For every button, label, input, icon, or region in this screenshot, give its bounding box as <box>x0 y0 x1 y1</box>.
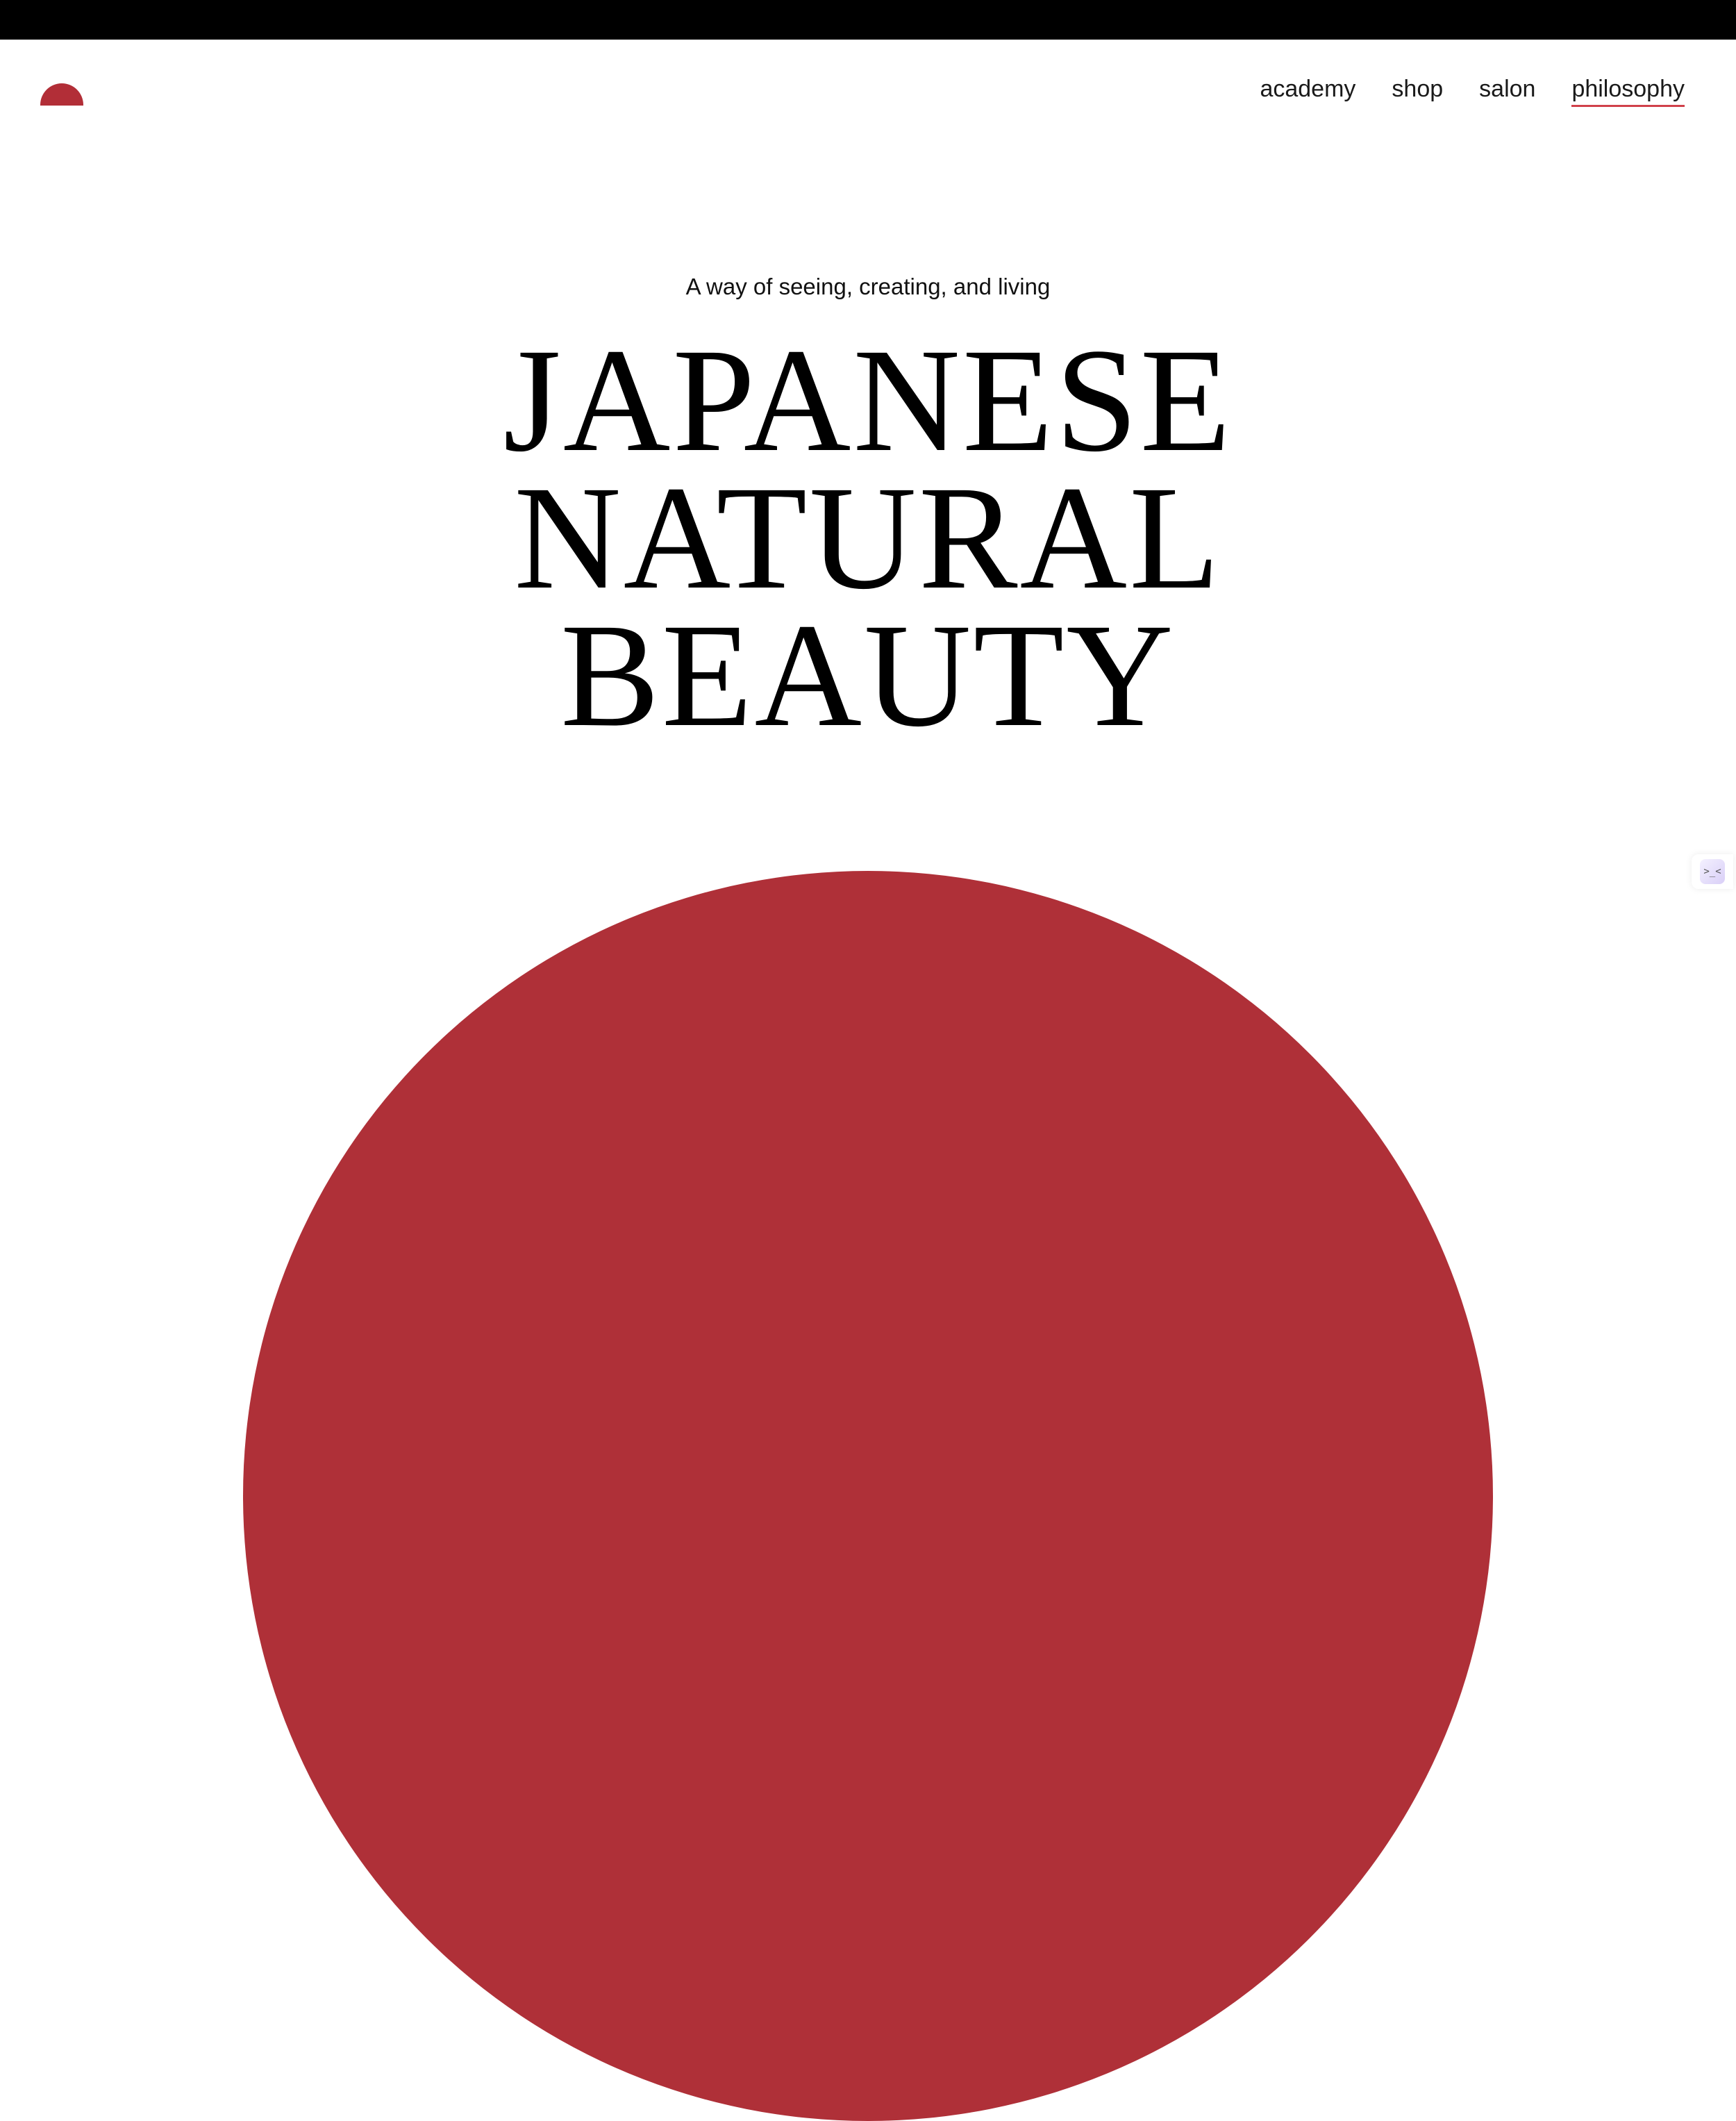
nav-item-philosophy[interactable]: philosophy <box>1571 76 1685 108</box>
nav-item-academy[interactable]: academy <box>1260 76 1355 107</box>
nav-item-shop[interactable]: shop <box>1392 76 1443 107</box>
assistant-widget-icon: >_< <box>1700 859 1725 884</box>
headline-line-2: NATURAL <box>514 456 1222 620</box>
assistant-widget-button[interactable]: >_< <box>1692 854 1733 889</box>
headline-line-1: JAPANESE <box>503 318 1233 483</box>
rising-sun-graphic <box>243 871 1493 2121</box>
hero-headline: JAPANESE NATURAL BEAUTY <box>0 318 1736 758</box>
browser-top-bar <box>0 0 1736 40</box>
nav-item-salon[interactable]: salon <box>1479 76 1535 107</box>
hero-tagline: A way of seeing, creating, and living <box>685 274 1051 299</box>
rising-sun-logo-icon[interactable] <box>40 83 83 106</box>
headline-line-3: BEAUTY <box>560 593 1176 758</box>
main-nav: academy shop salon philosophy <box>1224 76 1685 108</box>
logo-semicircle <box>40 83 83 106</box>
